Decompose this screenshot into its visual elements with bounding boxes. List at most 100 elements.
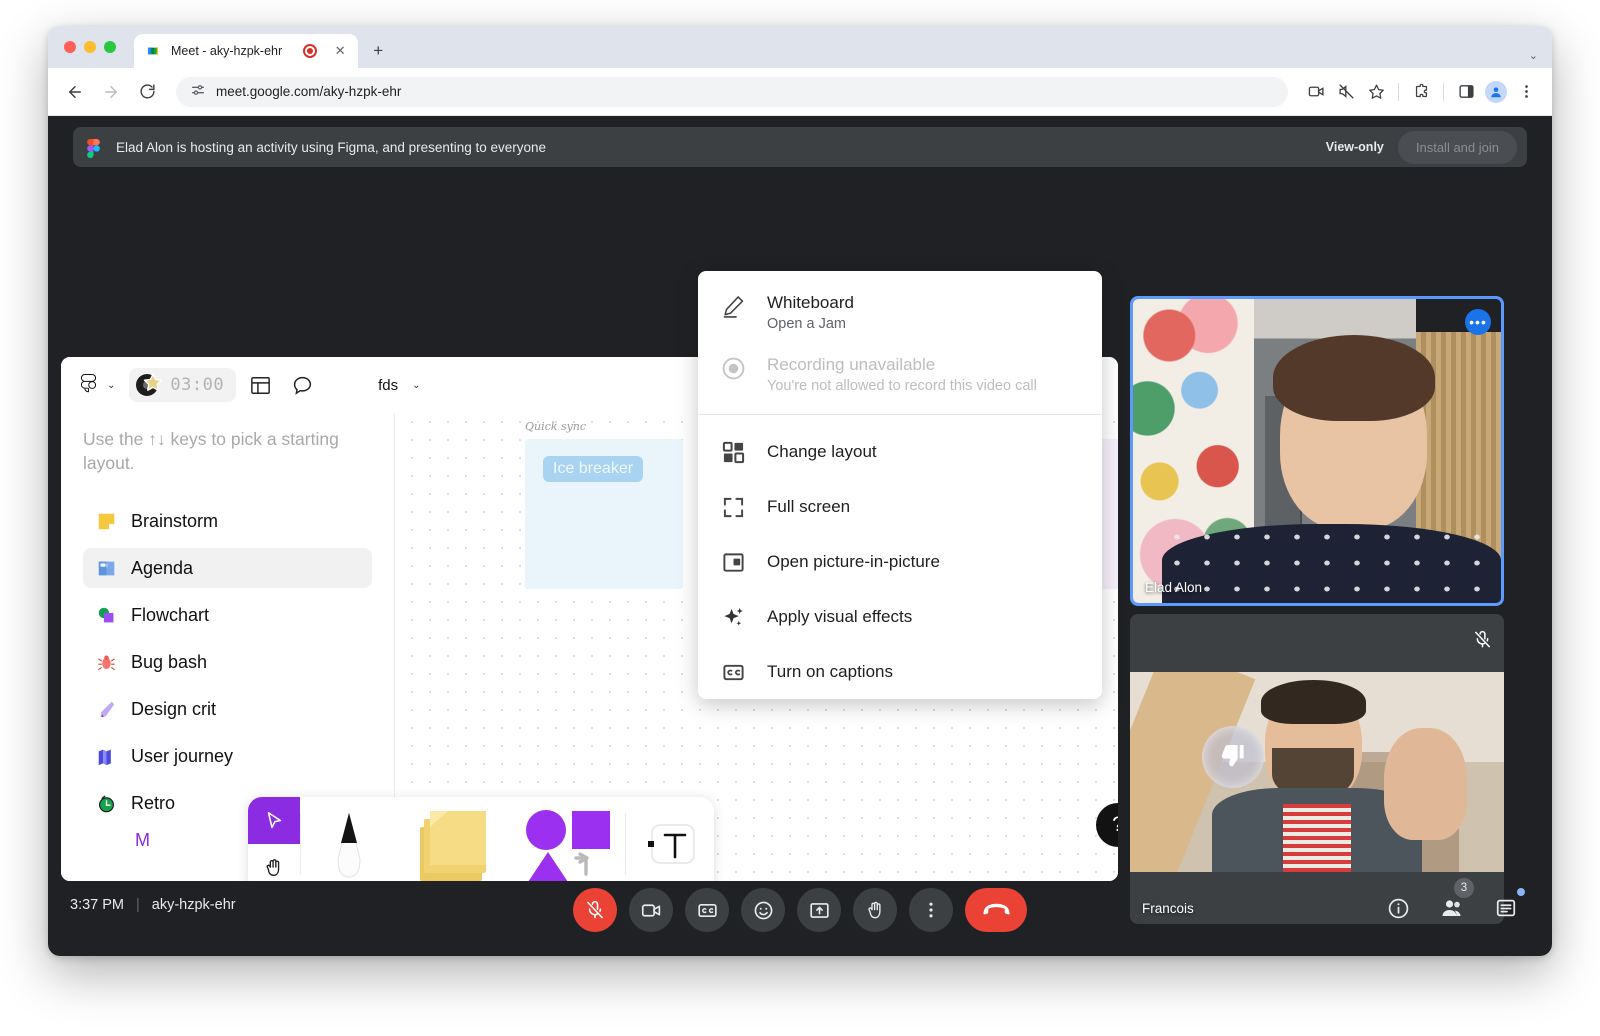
recording-indicator-icon[interactable] <box>303 44 318 58</box>
profile-avatar-icon[interactable] <box>1482 78 1510 106</box>
menu-item-text: Recording unavailable You're not allowed… <box>767 354 1037 394</box>
menu-item-whiteboard[interactable]: Whiteboard Open a Jam <box>698 281 1102 343</box>
emoji-reaction-button[interactable] <box>741 888 785 932</box>
menu-item-title: Whiteboard <box>767 293 854 312</box>
window-traffic-lights <box>64 41 116 53</box>
layout-item-agenda[interactable]: Agenda <box>83 548 372 589</box>
chat-icon[interactable] <box>1486 888 1526 928</box>
activity-banner: Elad Alon is hosting an activity using F… <box>73 127 1527 167</box>
close-icon[interactable]: ✕ <box>332 43 348 59</box>
menu-item-title: Open picture-in-picture <box>767 551 940 571</box>
agenda-icon <box>95 557 117 579</box>
music-star-badge-icon <box>134 370 164 400</box>
end-call-button[interactable] <box>965 888 1027 932</box>
more-options-icon[interactable]: ••• <box>1465 309 1491 335</box>
video-stream <box>1130 672 1504 872</box>
panels-icon[interactable] <box>242 368 278 402</box>
comment-bubble-icon[interactable] <box>284 368 320 402</box>
menu-item-full-screen[interactable]: Full screen <box>698 479 1102 534</box>
menu-item-turn-on-captions[interactable]: Turn on captions <box>698 644 1102 699</box>
change-layout-icon <box>720 439 746 464</box>
more-options-menu: Whiteboard Open a Jam Recording unavaila… <box>698 271 1102 700</box>
layout-item-flowchart[interactable]: Flowchart <box>83 595 372 635</box>
layout-list: Brainstorm Agenda Flowchart Bug bash Des… <box>83 501 372 823</box>
pen-marker-icon[interactable] <box>301 797 397 881</box>
record-circle-icon <box>720 354 746 381</box>
figma-file-name[interactable]: fds ⌄ <box>378 377 420 394</box>
chevron-down-icon[interactable]: ⌄ <box>1529 49 1538 62</box>
browser-tab-title: Meet - aky-hzpk-ehr <box>171 44 283 58</box>
menu-item-title: Apply visual effects <box>767 606 913 626</box>
meeting-info: 3:37 PM | aky-hzpk-ehr <box>70 897 236 913</box>
layout-item-user-journey[interactable]: User journey <box>83 736 372 776</box>
browser-tab-strip: Meet - aky-hzpk-ehr ✕ + ⌄ <box>48 26 1552 68</box>
figma-tool-bar <box>248 797 714 881</box>
fullscreen-icon <box>720 494 746 519</box>
people-count-badge: 3 <box>1454 878 1474 898</box>
view-only-label: View-only <box>1325 140 1384 154</box>
menu-item-title: Turn on captions <box>767 661 893 681</box>
screen-share-icon[interactable] <box>1302 78 1330 106</box>
video-stream <box>1133 299 1501 603</box>
board-column-ice-breaker[interactable]: Ice breaker <box>525 439 683 589</box>
maximize-window-button[interactable] <box>104 41 116 53</box>
video-tile-elad-alon[interactable]: ••• Elad Alon <box>1130 296 1504 606</box>
back-arrow-icon[interactable] <box>60 77 90 107</box>
menu-item-change-layout[interactable]: Change layout <box>698 424 1102 479</box>
hand-pan-icon[interactable] <box>248 844 300 881</box>
meet-right-controls: 3 <box>1378 878 1526 928</box>
sparkles-icon <box>720 604 746 629</box>
chevron-down-icon[interactable]: ⌄ <box>412 380 420 391</box>
figma-logo-icon[interactable] <box>73 374 103 396</box>
install-and-join-button[interactable]: Install and join <box>1397 130 1517 164</box>
flowchart-icon <box>95 604 117 626</box>
browser-menu-icon[interactable] <box>1512 78 1540 106</box>
plus-icon[interactable]: + <box>364 37 392 65</box>
info-icon[interactable] <box>1378 888 1418 928</box>
browser-tab[interactable]: Meet - aky-hzpk-ehr ✕ <box>134 34 359 68</box>
people-icon[interactable]: 3 <box>1432 878 1474 928</box>
layout-item-bug-bash[interactable]: Bug bash <box>83 642 372 682</box>
figma-timer[interactable]: 03:00 <box>129 368 237 402</box>
menu-item-subtitle: You're not allowed to record this video … <box>767 378 1037 395</box>
layout-picker-hint: Use the ↑↓ keys to pick a starting layou… <box>83 429 339 473</box>
separator: | <box>136 897 140 913</box>
reload-icon[interactable] <box>132 77 162 107</box>
menu-item-title: Change layout <box>767 441 877 461</box>
toolbar-divider <box>1443 82 1444 101</box>
layout-item-design-crit[interactable]: Design crit <box>83 689 372 729</box>
tune-icon[interactable] <box>190 82 206 101</box>
layout-item-label: User journey <box>131 745 234 766</box>
menu-item-title: Full screen <box>767 496 851 516</box>
text-tool-icon[interactable] <box>626 797 714 881</box>
captions-toggle-button[interactable] <box>685 888 729 932</box>
layout-item-label: Brainstorm <box>131 510 219 531</box>
mute-tab-icon[interactable] <box>1332 78 1360 106</box>
address-bar[interactable]: meet.google.com/aky-hzpk-ehr <box>176 76 1288 107</box>
menu-item-text: Whiteboard Open a Jam <box>767 292 854 332</box>
mic-toggle-button[interactable] <box>573 888 617 932</box>
raise-hand-button[interactable] <box>853 888 897 932</box>
sticky-notes-icon[interactable] <box>397 797 507 881</box>
figma-menu-chevron-icon[interactable]: ⌄ <box>107 380 115 391</box>
forward-arrow-icon[interactable] <box>96 77 126 107</box>
close-window-button[interactable] <box>64 41 76 53</box>
extensions-puzzle-icon[interactable] <box>1407 78 1435 106</box>
layout-item-label: Retro <box>131 792 176 813</box>
minimize-window-button[interactable] <box>84 41 96 53</box>
menu-item-picture-in-picture[interactable]: Open picture-in-picture <box>698 534 1102 589</box>
browser-toolbar: meet.google.com/aky-hzpk-ehr <box>48 68 1552 116</box>
side-panel-icon[interactable] <box>1452 78 1480 106</box>
present-screen-button[interactable] <box>797 888 841 932</box>
layout-item-brainstorm[interactable]: Brainstorm <box>83 501 372 541</box>
cursor-select-icon[interactable] <box>248 797 300 844</box>
camera-toggle-button[interactable] <box>629 888 673 932</box>
activity-banner-message: Elad Alon is hosting an activity using F… <box>116 139 547 155</box>
participant-striped-shirt <box>1283 804 1351 872</box>
bookmark-star-icon[interactable] <box>1362 78 1390 106</box>
bug-icon <box>95 651 117 673</box>
shapes-icon[interactable] <box>507 797 625 881</box>
call-controls <box>573 888 1027 932</box>
more-options-button[interactable] <box>909 888 953 932</box>
menu-item-apply-visual-effects[interactable]: Apply visual effects <box>698 589 1102 644</box>
